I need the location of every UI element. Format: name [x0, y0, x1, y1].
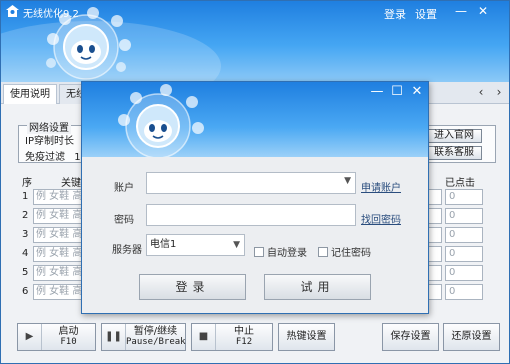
pause-label: 暂停/继续 [133, 326, 178, 337]
dialog-maximize-icon[interactable]: ☐ [388, 84, 406, 100]
pause-button[interactable]: ❚❚ 暂停/继续 Pause/Break [101, 323, 186, 351]
login-dialog: — ☐ ✕ 账户 ▼ 申请账户 密码 找回密码 服务器 电信1 ▼ 自动登录 记… [81, 81, 429, 314]
row-number: 6 [22, 286, 29, 297]
save-settings-button[interactable]: 保存设置 [382, 323, 439, 351]
login-link[interactable]: 登录 [384, 6, 406, 22]
row-number: 5 [22, 267, 29, 278]
stop-key: F12 [235, 337, 253, 347]
dialog-mascot-illustration [118, 84, 204, 157]
server-label: 服务器 [112, 245, 142, 256]
register-account-link[interactable]: 申请账户 [361, 179, 401, 194]
account-label: 账户 [114, 183, 134, 194]
clicked-count-input[interactable]: 0 [445, 284, 483, 300]
row-number: 1 [22, 191, 29, 202]
visit-website-button[interactable]: 进入官网 [426, 129, 482, 143]
play-icon: ▶ [18, 324, 42, 350]
row-number: 4 [22, 248, 29, 259]
tab-scroll-left-icon[interactable]: ‹ [473, 85, 489, 101]
clicked-count-input[interactable]: 0 [445, 189, 483, 205]
server-dropdown-icon[interactable]: ▼ [233, 235, 240, 255]
dialog-close-icon[interactable]: ✕ [408, 84, 426, 100]
server-select-value: 电信1 [150, 239, 177, 250]
pause-key: Pause/Break [126, 337, 186, 347]
start-key: F10 [60, 337, 77, 347]
trial-button[interactable]: 试用 [264, 274, 371, 300]
stop-icon: ■ [192, 324, 216, 350]
close-icon[interactable]: ✕ [475, 3, 491, 19]
clicked-count-input[interactable]: 0 [445, 265, 483, 281]
stop-button[interactable]: ■ 中止 F12 [191, 323, 273, 351]
contact-support-button[interactable]: 联系客服 [426, 146, 482, 160]
clicked-count-input[interactable]: 0 [445, 246, 483, 262]
ip-duration-label: IP穿制时长 1 [25, 132, 90, 147]
row-number: 3 [22, 229, 29, 240]
server-select[interactable]: 电信1 ▼ [146, 234, 245, 256]
clicked-count-input[interactable]: 0 [445, 227, 483, 243]
remember-password-box[interactable] [318, 247, 328, 257]
col-keyword-header: 关键 [61, 178, 81, 189]
auto-login-label: 自动登录 [267, 248, 307, 259]
tab-scroll-right-icon[interactable]: › [491, 85, 507, 101]
password-input[interactable] [146, 204, 356, 226]
hotkey-settings-button[interactable]: 热键设置 [278, 323, 335, 351]
remember-password-checkbox[interactable]: 记住密码 [318, 244, 371, 259]
settings-link[interactable]: 设置 [415, 6, 437, 22]
auto-login-checkbox[interactable]: 自动登录 [254, 244, 307, 259]
remember-password-label: 记住密码 [331, 248, 371, 259]
login-button[interactable]: 登录 [139, 274, 246, 300]
dialog-banner: — ☐ ✕ [82, 82, 428, 157]
tab-usage-guide[interactable]: 使用说明 [3, 84, 57, 104]
app-logo-icon [6, 5, 19, 17]
account-dropdown-icon[interactable]: ▼ [344, 176, 351, 186]
recover-password-link[interactable]: 找回密码 [361, 211, 401, 226]
mascot-illustration [46, 7, 131, 80]
pause-icon: ❚❚ [102, 324, 126, 350]
ip-duration-text: IP穿制时长 [25, 136, 74, 147]
minimize-icon[interactable]: — [453, 3, 469, 19]
auto-login-box[interactable] [254, 247, 264, 257]
filter-text: 免疫过滤 [25, 152, 65, 163]
stop-label: 中止 [234, 326, 254, 337]
col-seq-header: 序 [22, 178, 32, 189]
dialog-minimize-icon[interactable]: — [368, 84, 386, 100]
password-label: 密码 [114, 215, 134, 226]
row-number: 2 [22, 210, 29, 221]
start-button[interactable]: ▶ 启动 F10 [17, 323, 96, 351]
col-clicked-header: 已点击 [445, 178, 475, 189]
filter-label: 免疫过滤 1 [25, 148, 81, 163]
account-input[interactable]: ▼ [146, 172, 356, 194]
header-banner: 无线优化9.2 登录 设置 — ✕ [1, 1, 509, 82]
restore-settings-button[interactable]: 还原设置 [443, 323, 500, 351]
filter-value: 1 [74, 152, 81, 163]
clicked-count-input[interactable]: 0 [445, 208, 483, 224]
start-label: 启动 [58, 326, 79, 337]
